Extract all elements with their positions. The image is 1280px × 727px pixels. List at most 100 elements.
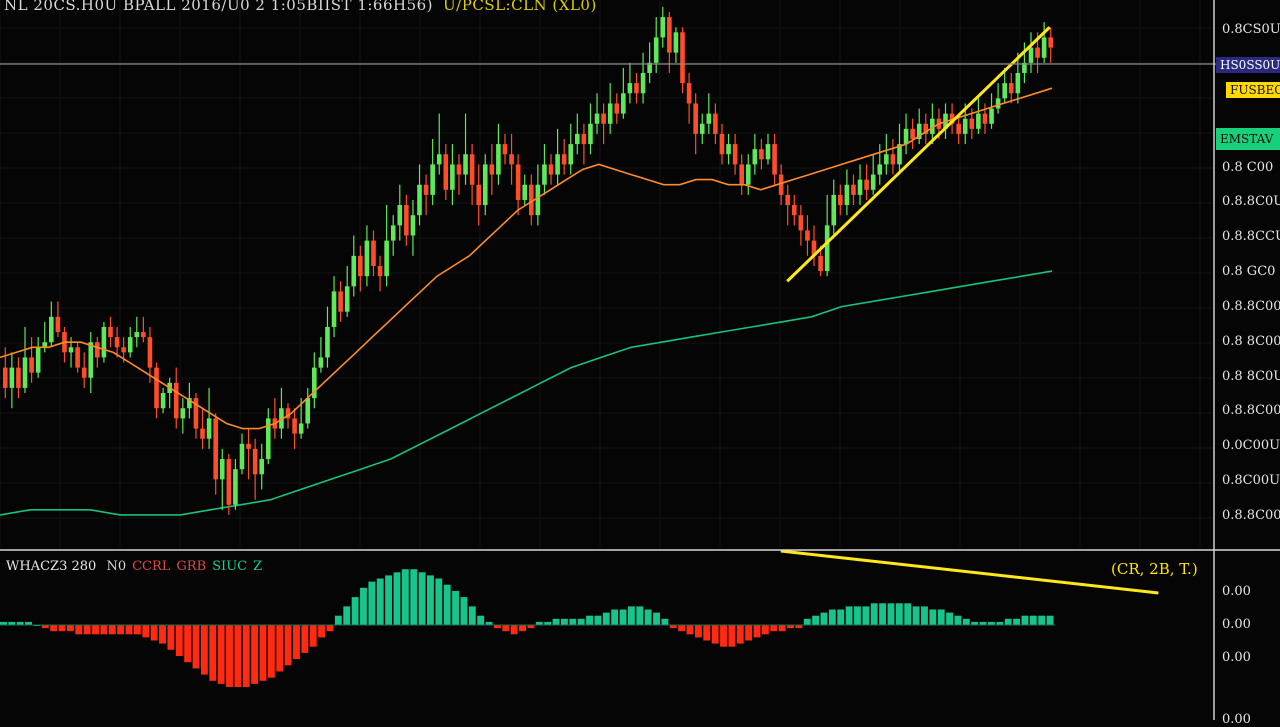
candle-body [430, 164, 435, 195]
candle-body [233, 469, 238, 505]
candle-body [713, 113, 718, 134]
histogram-bar [226, 625, 233, 687]
candle-body [239, 443, 245, 470]
histogram-bar [745, 625, 753, 641]
candle-body [726, 144, 731, 155]
candle-body [621, 93, 626, 114]
histogram-bar [100, 625, 108, 635]
symbol-info: NL 20CS.H0U BPALL 2016/U0 2 1:05BIIST 1:… [4, 0, 434, 14]
histogram-bar [828, 609, 836, 625]
candle-body [627, 83, 633, 94]
histogram-bar [117, 625, 125, 635]
legend-item: CCRL [132, 559, 171, 574]
histogram-bar [720, 625, 727, 647]
histogram-bar [443, 584, 451, 625]
candle-body [693, 103, 698, 134]
histogram-bar [820, 612, 828, 625]
histogram-bar [560, 618, 568, 625]
current-price-tag: HS0SS0U [1216, 57, 1280, 73]
candle-body [857, 179, 863, 195]
candle-body [588, 123, 593, 145]
histogram-bar [167, 625, 175, 650]
histogram-bar [318, 625, 326, 638]
indicator-axis-label: 0.00 [1222, 650, 1251, 665]
candle-body [699, 123, 705, 134]
histogram-bar [251, 625, 259, 684]
candle-body [22, 357, 28, 388]
candle-body [956, 123, 961, 134]
candle-body [890, 154, 896, 165]
candle-body [673, 32, 679, 53]
candle-body [719, 133, 725, 155]
histogram-bar [703, 625, 711, 641]
candle-body [108, 326, 113, 338]
candle-body [9, 367, 15, 388]
indicator-legend-items: N0 CCRL GRB SIUC Z [106, 559, 268, 574]
price-axis-label: 0.8 8C0U [1222, 369, 1280, 384]
candle-body [141, 332, 146, 338]
candle-body [607, 103, 613, 124]
candle-body [884, 154, 889, 165]
candle-body [173, 382, 179, 419]
histogram-bar [602, 612, 610, 625]
histogram-bar [293, 625, 300, 660]
candle-body [114, 337, 120, 348]
candle-body [1035, 47, 1040, 58]
histogram-bar [92, 625, 99, 635]
candle-body [667, 17, 672, 53]
histogram-bar [686, 625, 694, 635]
candle-body [496, 144, 501, 175]
histogram-bar [309, 625, 317, 647]
histogram-bar [862, 606, 870, 625]
candle-body [870, 174, 876, 190]
candle-body [989, 108, 994, 124]
histogram-bar [217, 625, 225, 684]
candle-body [772, 144, 777, 175]
price-axis-label: 0.8 C00 [1222, 160, 1274, 175]
candle-body [1048, 37, 1054, 48]
histogram-bar [519, 625, 526, 632]
candle-body [127, 337, 133, 353]
candle-body [982, 113, 988, 124]
histogram-bar [946, 612, 954, 625]
histogram-bar [912, 606, 920, 625]
price-axis-label: 0.8.8C00 [1222, 508, 1280, 523]
candle-body [213, 418, 218, 480]
candle-body [397, 205, 403, 226]
candle-body [450, 164, 455, 190]
candle-body [456, 164, 462, 175]
histogram-bar [360, 587, 367, 625]
candle-body [351, 255, 357, 287]
histogram-bar [1021, 615, 1029, 625]
candle-body [798, 215, 804, 231]
candle-body [49, 316, 54, 343]
histogram-bar [1038, 615, 1046, 625]
candle-body [16, 367, 21, 388]
candle-body [331, 291, 337, 327]
candle-body [206, 418, 212, 439]
price-axis-label: 0.8.8C00 [1222, 403, 1280, 418]
histogram-bar [1004, 618, 1012, 625]
candle-body [298, 423, 304, 434]
histogram-bar [209, 625, 217, 681]
histogram-bar [184, 625, 192, 663]
trendline-group[interactable] [780, 26, 1159, 595]
histogram-bar [611, 609, 619, 625]
histogram-bar [937, 609, 945, 625]
price-chart[interactable] [0, 0, 1280, 720]
histogram-bar [753, 625, 761, 638]
chart-header: NL 20CS.H0U BPALL 2016/U0 2 1:05BIIST 1:… [4, 0, 597, 14]
candle-body [581, 133, 587, 145]
candle-body [358, 255, 363, 277]
price-axis-label: 0.8CS0U [1222, 22, 1280, 37]
candle-body [706, 113, 712, 124]
candle-body [1015, 72, 1021, 94]
candle-body [680, 32, 685, 84]
histogram-bar [192, 625, 200, 669]
candle-body [81, 367, 87, 378]
candle-body [463, 154, 468, 175]
candle-body [509, 154, 514, 165]
candle-body [785, 194, 791, 206]
candle-body [535, 184, 541, 216]
histogram-bar [242, 625, 250, 687]
